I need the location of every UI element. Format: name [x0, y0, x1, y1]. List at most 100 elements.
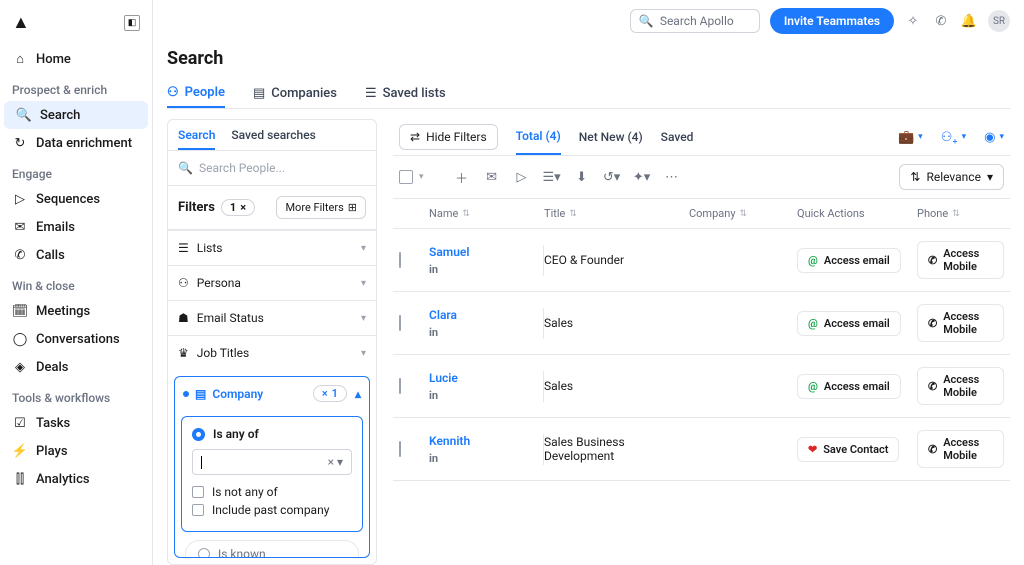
access-mobile-button[interactable]: ✆Access Mobile: [917, 241, 1004, 279]
action-eye[interactable]: ◉▾: [984, 130, 1004, 145]
avatar[interactable]: SR: [988, 10, 1010, 32]
select-all-checkbox[interactable]: [399, 170, 413, 184]
phone-top-icon[interactable]: ✆: [932, 12, 950, 30]
quick-action-button[interactable]: @Access email: [797, 374, 901, 399]
nav-emails[interactable]: ✉Emails: [0, 213, 152, 241]
row-checkbox[interactable]: [399, 315, 401, 331]
action-icon: @: [808, 380, 818, 393]
nav-deals[interactable]: ◈Deals: [0, 353, 152, 381]
col-title[interactable]: Title⇅: [544, 207, 689, 220]
download-icon[interactable]: ⬇: [570, 165, 594, 189]
nav-conversations[interactable]: ◯Conversations: [0, 325, 152, 353]
filter-company-header[interactable]: ▤Company × 1▴: [175, 377, 369, 410]
option-is-known[interactable]: Is known: [185, 540, 359, 558]
person-title: Sales: [544, 316, 689, 330]
search-people-input[interactable]: 🔍Search People...: [168, 151, 376, 186]
nav-analytics[interactable]: ⫿⫿Analytics: [0, 465, 152, 493]
chevron-down-icon[interactable]: ▾: [419, 172, 424, 182]
nav-tasks[interactable]: ☑Tasks: [0, 409, 152, 437]
nav-sequences[interactable]: ▷Sequences: [0, 185, 152, 213]
table-body: SamuelinCEO & Founder@Access email✆Acces…: [393, 229, 1010, 481]
quick-action-button[interactable]: ❤Save Contact: [797, 437, 899, 462]
filter-lists[interactable]: ☰Lists▾: [168, 230, 376, 265]
access-mobile-button[interactable]: ✆Access Mobile: [917, 367, 1004, 405]
bolt-icon: ⚡: [12, 443, 28, 459]
filters-count-badge[interactable]: 1×: [221, 199, 255, 216]
tab-companies[interactable]: ▤Companies: [253, 79, 337, 108]
relevance-dropdown[interactable]: ⇅Relevance▾: [899, 164, 1004, 190]
company-input[interactable]: × ▾: [192, 449, 352, 475]
radio-icon: [198, 548, 210, 558]
sidebar-collapse-icon[interactable]: ◧: [124, 15, 140, 31]
bell-icon[interactable]: 🔔: [960, 12, 978, 30]
nav-plays[interactable]: ⚡ Plays: [0, 437, 152, 465]
job-icon: ♛: [178, 346, 189, 360]
checkbox-include-past[interactable]: Include past company: [192, 503, 352, 517]
section-win: Win & close: [0, 269, 152, 297]
nav-search[interactable]: 🔍Search: [4, 101, 148, 129]
tab-saved-lists[interactable]: ☰Saved lists: [365, 79, 446, 108]
clear-filter-icon[interactable]: ×: [240, 201, 246, 214]
row-checkbox[interactable]: [399, 378, 401, 394]
inner-tab-search[interactable]: Search: [178, 128, 215, 150]
person-name-link[interactable]: Lucie: [429, 371, 458, 385]
access-mobile-button[interactable]: ✆Access Mobile: [917, 430, 1004, 468]
nav-home[interactable]: ⌂Home: [0, 45, 152, 73]
col-phone[interactable]: Phone⇅: [917, 207, 1004, 220]
quick-action-button[interactable]: @Access email: [797, 311, 901, 336]
person-name-link[interactable]: Samuel: [429, 245, 469, 259]
list-icon: ☰: [178, 241, 189, 255]
filter-email-status[interactable]: ☗Email Status▾: [168, 300, 376, 335]
rtab-total[interactable]: Total (4): [516, 119, 561, 155]
global-search-input[interactable]: 🔍Search Apollo: [630, 9, 760, 33]
person-name-link[interactable]: Kennith: [429, 434, 470, 448]
building-icon: ▤: [195, 387, 206, 401]
rocket-icon[interactable]: ✧: [904, 12, 922, 30]
quick-action-button[interactable]: @Access email: [797, 248, 901, 273]
action-icon: @: [808, 254, 818, 267]
tab-people[interactable]: ⚇People: [167, 79, 225, 108]
row-checkbox[interactable]: [399, 441, 401, 457]
more-filters-button[interactable]: More Filters⊞: [276, 196, 366, 219]
filter-job-titles[interactable]: ♛Job Titles▾: [168, 335, 376, 370]
linkedin-icon[interactable]: in: [429, 452, 543, 465]
action-briefcase[interactable]: 💼▾: [898, 130, 923, 145]
dropdown-icon[interactable]: ☰▾: [540, 165, 564, 189]
main-tabs: ⚇People ▤Companies ☰Saved lists: [167, 79, 1010, 109]
radio-selected-icon[interactable]: [192, 428, 205, 441]
col-name[interactable]: Name⇅: [429, 207, 544, 220]
nav-meetings[interactable]: 🗓Meetings: [0, 297, 152, 325]
nav-home-label: Home: [36, 52, 71, 67]
rtab-net-new[interactable]: Net New (4): [579, 120, 643, 154]
col-company[interactable]: Company⇅: [689, 207, 797, 220]
person-title: CEO & Founder: [544, 253, 689, 267]
invite-teammates-button[interactable]: Invite Teammates: [770, 8, 894, 34]
more-icon[interactable]: ⋯: [660, 165, 684, 189]
nav-data-enrichment[interactable]: ↻Data enrichment: [0, 129, 152, 157]
checkbox-not-any-of[interactable]: Is not any of: [192, 485, 352, 499]
plus-icon[interactable]: ＋: [450, 165, 474, 189]
nav-calls[interactable]: ✆Calls: [0, 241, 152, 269]
mail-icon[interactable]: ✉: [480, 165, 504, 189]
inner-tab-saved-searches[interactable]: Saved searches: [231, 128, 315, 150]
row-checkbox[interactable]: [399, 252, 401, 268]
person-name-link[interactable]: Clara: [429, 308, 457, 322]
nav-plays-label: Plays: [36, 444, 68, 459]
send-icon[interactable]: ▷: [510, 165, 534, 189]
send-icon: ▷: [12, 191, 28, 207]
linkedin-icon[interactable]: in: [429, 326, 543, 339]
sidebar: ▲ ◧ ⌂Home Prospect & enrich 🔍Search ↻Dat…: [0, 0, 153, 565]
linkedin-icon[interactable]: in: [429, 389, 543, 402]
access-mobile-button[interactable]: ✆Access Mobile: [917, 304, 1004, 342]
clear-icon[interactable]: ×: [328, 455, 334, 469]
sync-icon[interactable]: ↺▾: [600, 165, 624, 189]
linkedin-icon[interactable]: in: [429, 263, 543, 276]
hide-filters-button[interactable]: ⇄Hide Filters: [399, 124, 498, 150]
company-count-badge[interactable]: × 1: [313, 385, 347, 402]
logo: ▲: [12, 12, 30, 33]
ai-icon[interactable]: ✦▾: [630, 165, 654, 189]
rtab-saved[interactable]: Saved: [661, 120, 694, 154]
phone-icon: ✆: [928, 254, 937, 267]
action-add-person[interactable]: ⚇₊▾: [941, 130, 966, 145]
filter-persona[interactable]: ⚇Persona▾: [168, 265, 376, 300]
